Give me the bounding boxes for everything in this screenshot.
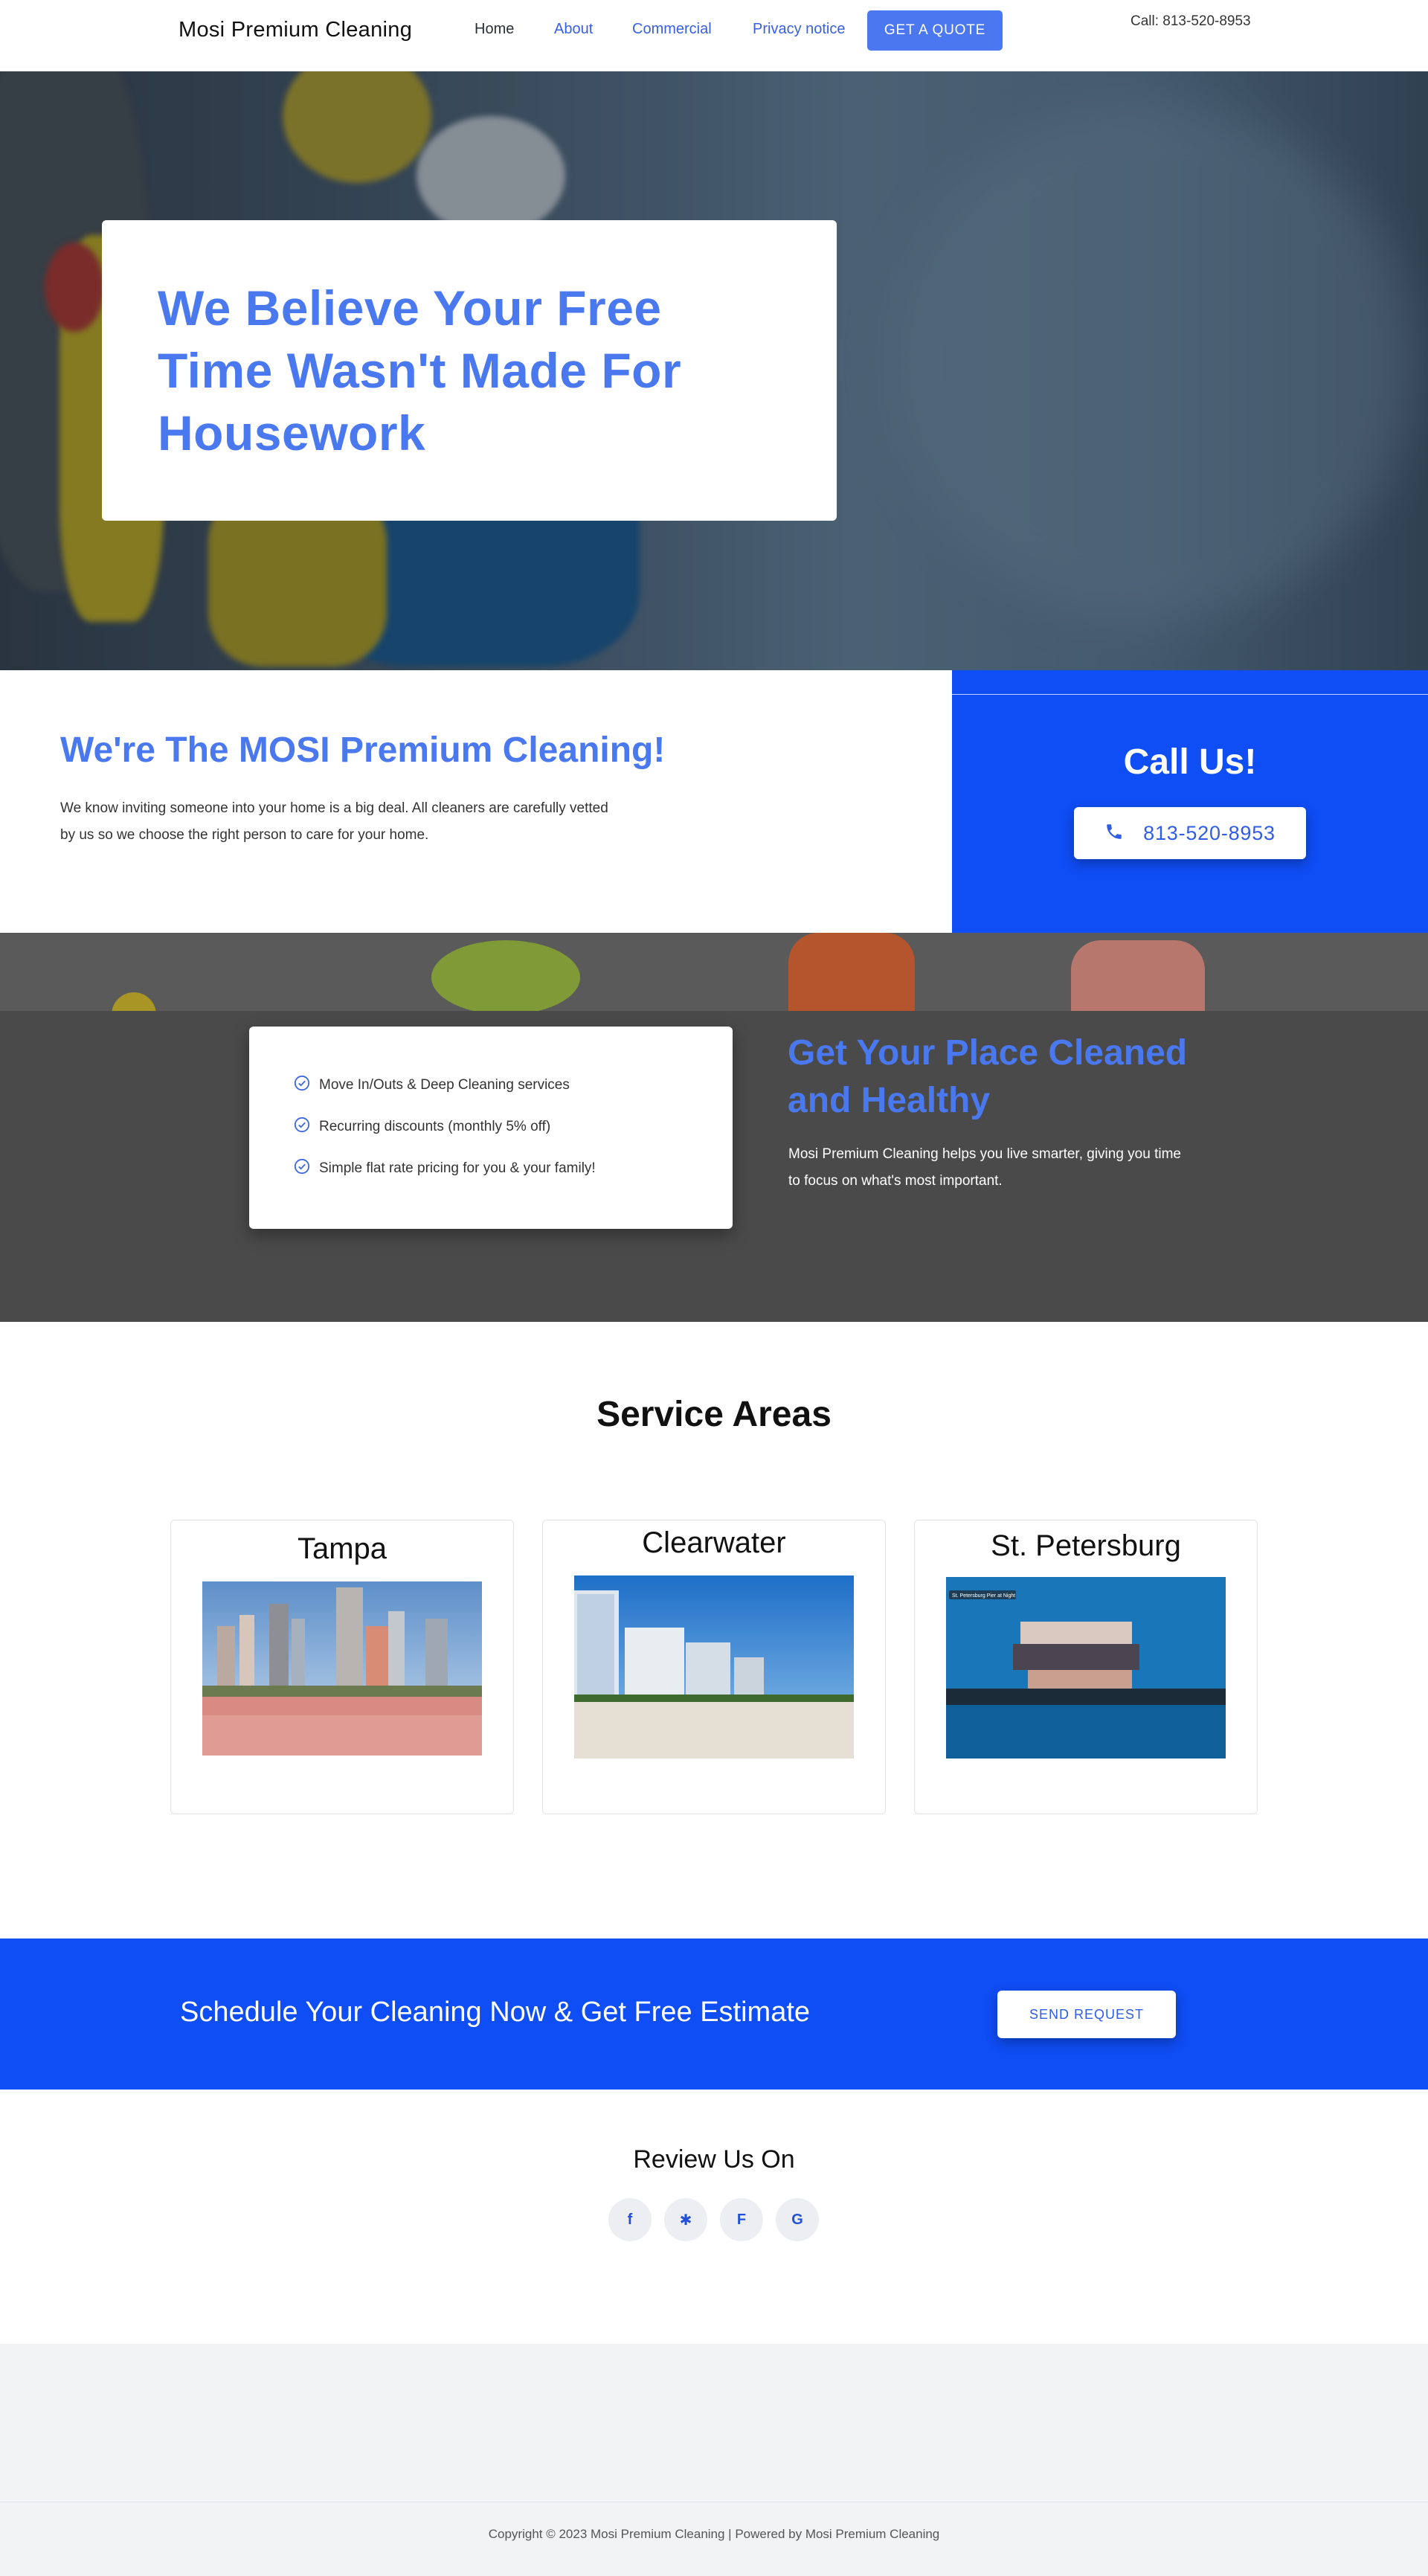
schedule-section: Schedule Your Cleaning Now & Get Free Es… (0, 1939, 1428, 2090)
bottle-shape (1071, 940, 1205, 1011)
features-card: Move In/Outs & Deep Cleaning services Re… (249, 1027, 733, 1229)
area-name: St. Petersburg (991, 1529, 1181, 1562)
facebook-icon[interactable]: f (608, 2198, 652, 2241)
phone-icon (1104, 822, 1124, 845)
st-petersburg-pier-image: St. Petersburg Pier at Night (946, 1577, 1226, 1758)
image-caption: St. Petersburg Pier at Night (952, 1593, 1015, 1599)
features-title: Get Your Place Cleaned and Healthy (788, 1033, 1188, 1120)
nav-privacy-notice[interactable]: Privacy notice (753, 21, 846, 38)
review-title: Review Us On (633, 2145, 795, 2174)
feature-label: Move In/Outs & Deep Cleaning services (319, 1077, 570, 1093)
area-name: Tampa (297, 1532, 387, 1565)
get-a-quote-button[interactable]: GET A QUOTE (867, 10, 1003, 51)
google-icon[interactable]: G (776, 2198, 819, 2241)
features-background-strip (0, 933, 1428, 1011)
send-request-button[interactable]: SEND REQUEST (997, 1991, 1176, 2038)
area-card-tampa: Tampa (170, 1520, 514, 1814)
area-card-st-petersburg: St. Petersburg St. Petersburg Pier at Ni… (914, 1520, 1258, 1814)
service-areas-title: Service Areas (596, 1395, 832, 1434)
check-circle-icon (294, 1117, 310, 1137)
nav-about[interactable]: About (554, 21, 593, 38)
hero-title: We Believe Your Free Time Wasn't Made Fo… (158, 280, 682, 460)
features-section: Move In/Outs & Deep Cleaning services Re… (0, 933, 1428, 1322)
bottle-shape (112, 992, 156, 1011)
check-circle-icon (294, 1075, 310, 1096)
check-circle-icon (294, 1158, 310, 1179)
area-name: Clearwater (642, 1526, 786, 1559)
call-us-title: Call Us! (1123, 742, 1257, 782)
area-card-clearwater: Clearwater (542, 1520, 886, 1814)
features-text: Mosi Premium Cleaning helps you live sma… (788, 1146, 1181, 1189)
divider (952, 694, 1428, 695)
yelp-icon[interactable]: ✱ (664, 2198, 707, 2241)
site-logo[interactable]: Mosi Premium Cleaning (178, 18, 412, 42)
about-text: We know inviting someone into your home … (60, 800, 608, 843)
feature-item: Recurring discounts (monthly 5% off) (294, 1116, 550, 1138)
bottle-shape (788, 933, 915, 1011)
call-phone-number: 813-520-8953 (1143, 821, 1276, 844)
call-us-box: Call Us! 813-520-8953 (952, 670, 1428, 933)
schedule-text: Schedule Your Cleaning Now & Get Free Es… (180, 1997, 811, 2028)
hero-card: We Believe Your Free Time Wasn't Made Fo… (102, 220, 837, 521)
hero-section: We Believe Your Free Time Wasn't Made Fo… (0, 71, 1428, 670)
about-section: We're The MOSI Premium Cleaning! We know… (0, 670, 952, 933)
about-title: We're The MOSI Premium Cleaning! (60, 730, 666, 770)
nav-commercial[interactable]: Commercial (632, 21, 712, 38)
tampa-skyline-image (202, 1581, 482, 1756)
feature-label: Simple flat rate pricing for you & your … (319, 1160, 596, 1176)
header-phone[interactable]: Call: 813-520-8953 (1130, 13, 1251, 30)
foursquare-icon[interactable]: F (720, 2198, 763, 2241)
feature-item: Move In/Outs & Deep Cleaning services (294, 1074, 570, 1096)
clearwater-beach-image (574, 1576, 854, 1758)
bottle-shape (431, 940, 580, 1011)
call-phone-button[interactable]: 813-520-8953 (1074, 807, 1306, 859)
footer: Copyright © 2023 Mosi Premium Cleaning |… (0, 2344, 1428, 2576)
nav-home[interactable]: Home (475, 21, 514, 38)
site-header: Mosi Premium Cleaning Home About Commerc… (0, 0, 1428, 71)
feature-label: Recurring discounts (monthly 5% off) (319, 1119, 551, 1134)
copyright-text: Copyright © 2023 Mosi Premium Cleaning |… (488, 2527, 940, 2541)
feature-item: Simple flat rate pricing for you & your … (294, 1157, 596, 1180)
